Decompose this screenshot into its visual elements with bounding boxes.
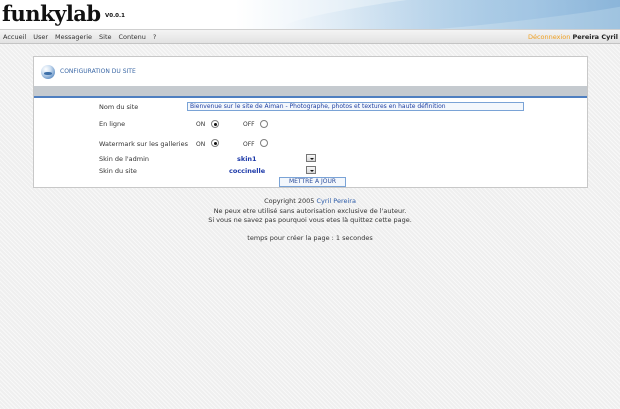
watermark-on-label[interactable]: ON	[196, 141, 205, 148]
site-name-input[interactable]: Bienvenue sur le site de Aiman - Photogr…	[187, 102, 524, 111]
admin-skin-dropdown-button[interactable]	[306, 154, 316, 162]
footer: Copyright 2005 Cyril Pereira Ne peux etr…	[0, 197, 620, 243]
header-swoosh-decoration	[279, 0, 620, 29]
copyright-prefix: Copyright 2005	[264, 197, 315, 205]
nav-item-site[interactable]: Site	[99, 33, 111, 41]
panel-divider-bar	[34, 86, 587, 98]
online-on-radio[interactable]	[211, 120, 219, 128]
site-name-label: Nom du site	[99, 103, 139, 111]
online-on-label[interactable]: ON	[196, 121, 205, 128]
site-config-panel: CONFIGURATION DU SITE Nom du site Bienve…	[33, 56, 588, 188]
page-timing: temps pour créer la page : 1 secondes	[247, 233, 373, 242]
leave-notice: Si vous ne savez pas pourquoi vous etes …	[208, 216, 412, 224]
version-label: V0.0.1	[105, 13, 125, 19]
header: funkylab V0.0.1	[0, 0, 620, 29]
admin-skin-label: Skin de l'admin	[99, 155, 150, 163]
author-link[interactable]: Cyril Pereira	[317, 197, 356, 205]
admin-skin-select-value[interactable]: skin1	[237, 155, 257, 163]
globe-icon	[41, 65, 55, 79]
user-area: Déconnexion Pereira Cyril	[528, 33, 618, 41]
watermark-off-radio[interactable]	[260, 139, 268, 147]
panel-title: CONFIGURATION DU SITE	[60, 68, 136, 75]
watermark-label: Watermark sur les galleries	[99, 140, 189, 148]
site-skin-label: Skin du site	[99, 167, 137, 175]
update-button[interactable]: METTRE A JOUR	[279, 177, 346, 187]
logout-link[interactable]: Déconnexion	[528, 33, 570, 41]
watermark-off-label[interactable]: OFF	[243, 141, 255, 148]
watermark-on-radio[interactable]	[211, 139, 219, 147]
nav-item-help[interactable]: ?	[153, 33, 156, 41]
site-skin-dropdown-button[interactable]	[306, 166, 316, 174]
nav-item-user[interactable]: User	[33, 33, 48, 41]
nav-item-contenu[interactable]: Contenu	[119, 33, 146, 41]
online-off-label[interactable]: OFF	[243, 121, 255, 128]
username-label: Pereira Cyril	[572, 33, 618, 41]
nav-menu: Accueil User Messagerie Site Contenu ?	[3, 33, 156, 41]
site-logo[interactable]: funkylab	[2, 1, 101, 26]
online-label: En ligne	[99, 120, 126, 128]
top-navigation: Accueil User Messagerie Site Contenu ? D…	[0, 29, 620, 44]
copyright-line: Copyright 2005 Cyril Pereira	[0, 197, 620, 207]
usage-notice: Ne peux etre utilisé sans autorisation e…	[213, 206, 407, 215]
nav-item-messagerie[interactable]: Messagerie	[55, 33, 92, 41]
site-skin-select-value[interactable]: coccinelle	[229, 167, 265, 175]
nav-item-accueil[interactable]: Accueil	[3, 33, 26, 41]
online-off-radio[interactable]	[260, 120, 268, 128]
